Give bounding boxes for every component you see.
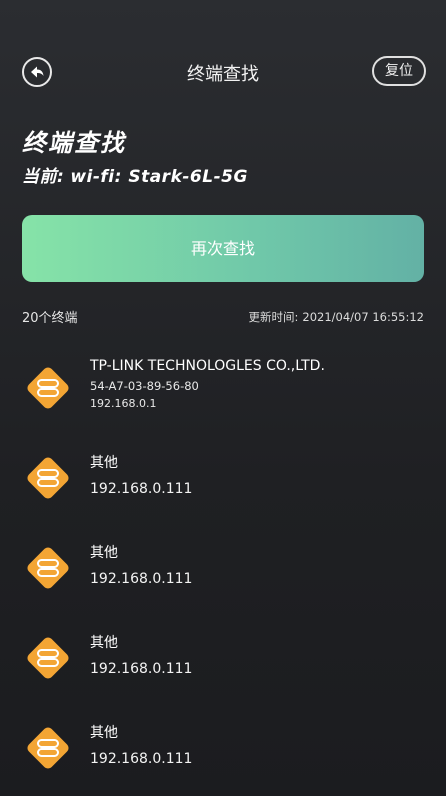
device-icon (27, 547, 69, 589)
device-ip: 192.168.0.111 (90, 661, 193, 677)
reset-button[interactable]: 复位 (372, 56, 426, 86)
update-time-label: 更新时间: (248, 310, 299, 324)
device-name: TP-LINK TECHNOLOGLES CO.,LTD. (90, 358, 325, 374)
page-title: 终端查找 (22, 129, 126, 157)
device-name: 其他 (90, 725, 118, 741)
device-ip: 192.168.0.1 (90, 397, 157, 410)
device-icon (27, 637, 69, 679)
device-mac: 54-A7-03-89-56-80 (90, 379, 199, 393)
device-ip: 192.168.0.111 (90, 481, 193, 497)
device-icon (27, 367, 69, 409)
current-label: 当前: (22, 167, 65, 187)
current-network: 当前: wi-fi: Stark-6L-5G (22, 162, 254, 187)
device-name: 其他 (90, 545, 118, 561)
nav-bar: 终端查找 复位 (0, 50, 446, 94)
device-name: 其他 (90, 455, 118, 471)
device-ip: 192.168.0.111 (90, 571, 193, 587)
current-ssid: wi-fi: Stark-6L-5G (70, 167, 248, 187)
search-again-button[interactable]: 再次查找 (22, 215, 424, 282)
device-icon (27, 457, 69, 499)
device-name: 其他 (90, 635, 118, 651)
update-time: 更新时间: 2021/04/07 16:55:12 (249, 309, 424, 325)
update-time-value: 2021/04/07 16:55:12 (302, 310, 424, 324)
device-ip: 192.168.0.111 (90, 751, 193, 767)
device-icon (27, 727, 69, 769)
device-count: 20个终端 (22, 311, 78, 326)
